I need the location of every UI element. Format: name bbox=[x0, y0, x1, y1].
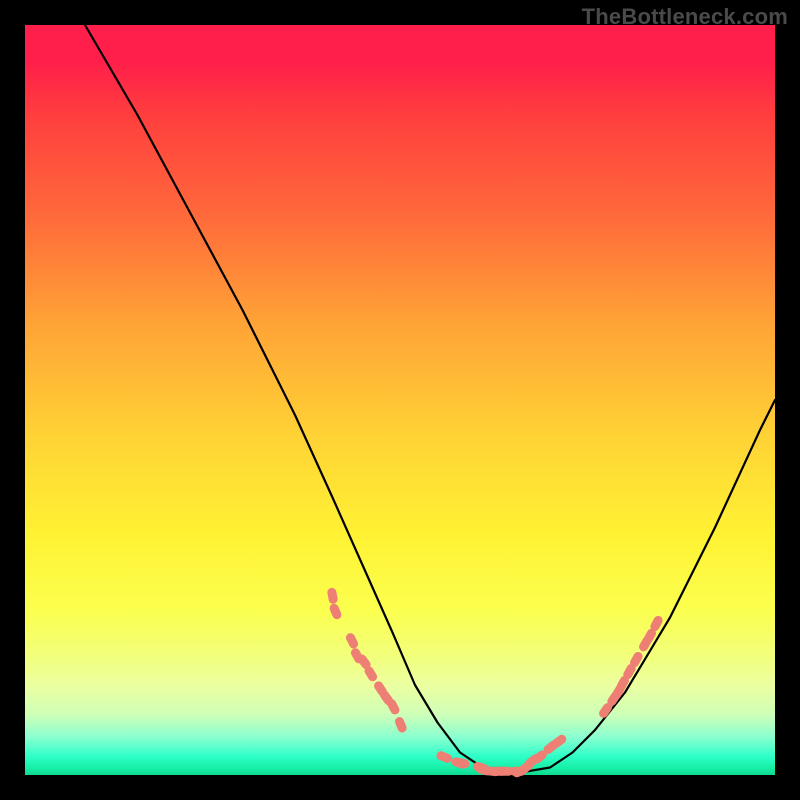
watermark-label: TheBottleneck.com bbox=[582, 4, 788, 30]
left-highlight-dots bbox=[327, 587, 408, 734]
plot-area bbox=[25, 25, 775, 775]
chart-svg bbox=[25, 25, 775, 775]
chart-container: TheBottleneck.com bbox=[0, 0, 800, 800]
floor-highlight-dots bbox=[435, 733, 568, 779]
right-highlight-dots bbox=[597, 614, 664, 719]
bottleneck-curve bbox=[85, 25, 775, 771]
